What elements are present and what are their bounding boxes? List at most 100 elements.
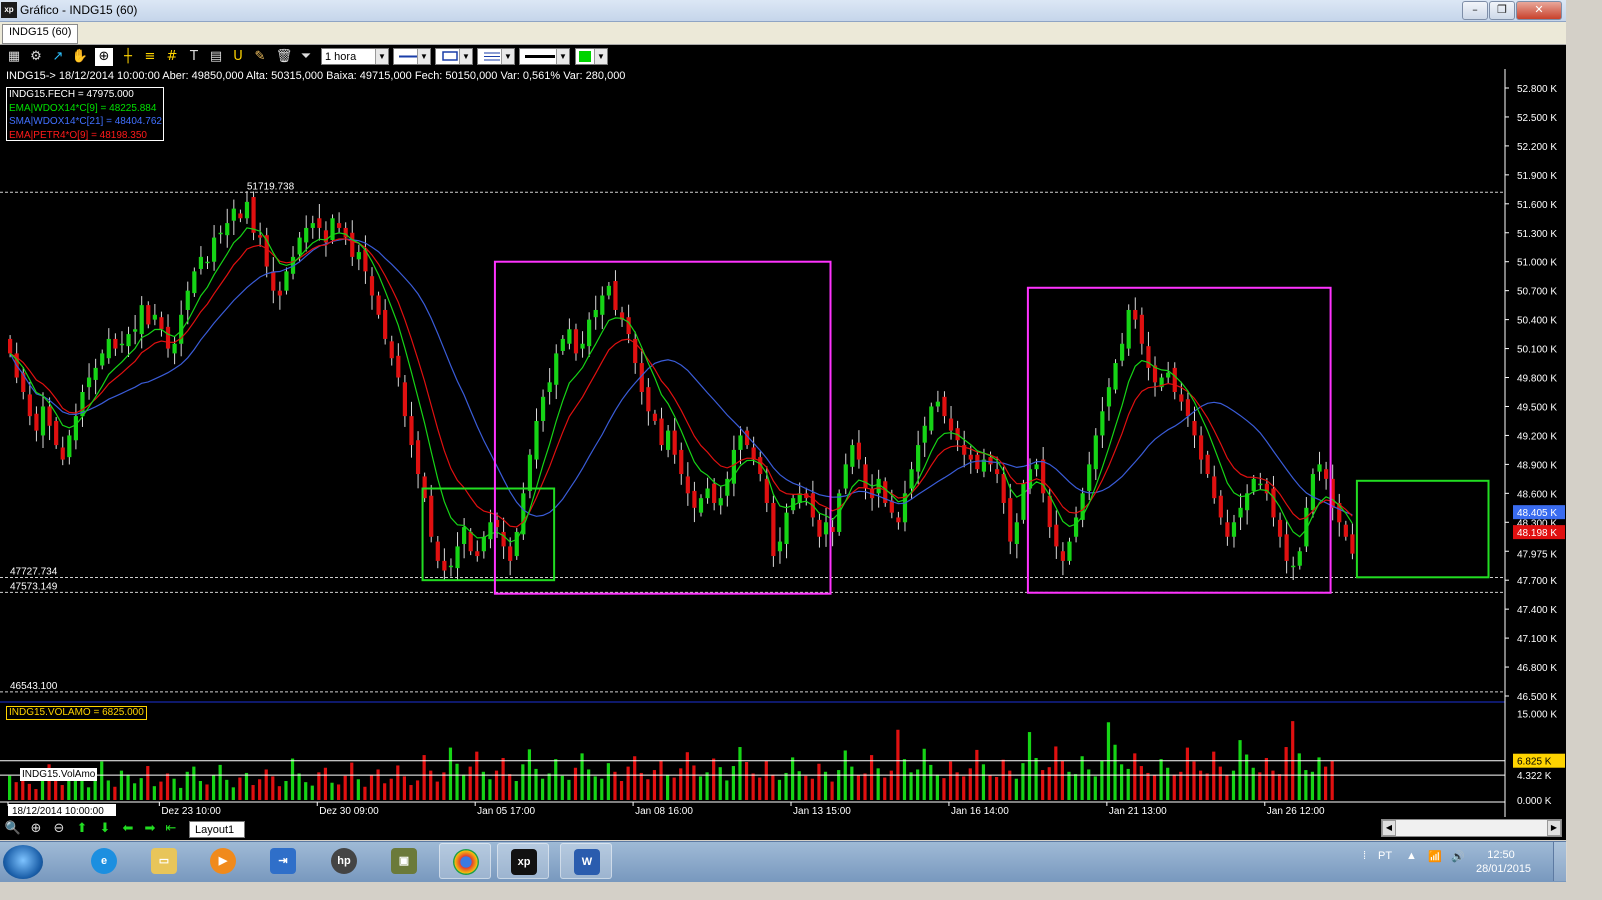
arrow-up-icon[interactable]: ⬆ bbox=[73, 820, 91, 838]
taskbar-clock[interactable]: 12:50 28/01/2015 bbox=[1476, 848, 1531, 876]
horizontal-scrollbar[interactable]: ◀ ▶ bbox=[1381, 819, 1562, 837]
close-button[interactable]: ✕ bbox=[1516, 1, 1562, 20]
volume-bar bbox=[731, 766, 735, 800]
chart-type-icon[interactable]: ▦ bbox=[5, 48, 23, 66]
line-width-select[interactable]: ▼ bbox=[519, 48, 570, 65]
chevron-down-icon: ▼ bbox=[501, 49, 514, 64]
show-desktop-button[interactable] bbox=[1553, 842, 1567, 881]
candle-body bbox=[310, 223, 315, 228]
volume-bar bbox=[304, 782, 308, 800]
volume-bar bbox=[481, 771, 485, 800]
volume-bar bbox=[1159, 759, 1163, 800]
color-select[interactable]: ▼ bbox=[575, 48, 608, 65]
candle-body bbox=[652, 413, 658, 421]
price-axis-label: 46.500 K bbox=[1517, 692, 1557, 703]
arrow-right-icon[interactable]: ➡ bbox=[141, 820, 159, 838]
text-tool-icon[interactable]: T bbox=[185, 48, 203, 66]
scroll-left-icon[interactable]: ◀ bbox=[1382, 820, 1396, 836]
maximize-button[interactable]: ❐ bbox=[1489, 1, 1515, 20]
volume-bar bbox=[1027, 732, 1032, 800]
xp-logo-icon: xp bbox=[1, 2, 17, 18]
scroll-right-icon[interactable]: ▶ bbox=[1547, 820, 1561, 836]
volume-bar bbox=[462, 774, 466, 800]
fibonacci-icon[interactable]: # bbox=[163, 48, 181, 66]
price-axis-label: 48.900 K bbox=[1517, 460, 1557, 471]
tray-expand-icon[interactable]: ▲ bbox=[1406, 850, 1417, 862]
volume-bar bbox=[317, 772, 321, 800]
filter-icon[interactable]: ⏷ bbox=[297, 48, 315, 66]
zoom-out-icon[interactable]: ⊖ bbox=[50, 820, 68, 838]
settings-gear-icon[interactable]: ⚙ bbox=[27, 48, 45, 66]
taskbar-file-explorer[interactable]: ▭ bbox=[138, 843, 190, 879]
trash-icon[interactable]: 🗑 bbox=[275, 48, 293, 66]
taskbar-chrome[interactable] bbox=[439, 843, 491, 879]
taskbar-hp-utility[interactable]: hp bbox=[318, 843, 370, 879]
crosshair-icon[interactable]: ┼ bbox=[119, 48, 137, 66]
pen-tool-icon[interactable]: ✎ bbox=[251, 48, 269, 66]
zoom-in-icon[interactable]: ⊕ bbox=[27, 820, 45, 838]
volume-bar bbox=[981, 764, 986, 800]
candle-body bbox=[935, 401, 940, 407]
zoom-fit-icon[interactable]: 🔍 bbox=[4, 820, 22, 838]
shape-style-select[interactable]: ▼ bbox=[435, 48, 473, 65]
candle-body bbox=[692, 490, 697, 508]
arrow-left-icon[interactable]: ⬅ bbox=[119, 820, 137, 838]
price-axis-label: 52.500 K bbox=[1517, 113, 1557, 124]
trend-tool-icon[interactable]: ↗ bbox=[49, 48, 67, 66]
volume-study-tag[interactable]: INDG15.VolAmo bbox=[20, 768, 98, 781]
minimize-button[interactable]: – bbox=[1462, 1, 1488, 20]
volume-bar bbox=[244, 772, 249, 800]
start-button[interactable] bbox=[3, 845, 43, 879]
candle-body bbox=[396, 355, 401, 378]
candle-body bbox=[916, 445, 921, 472]
volume-bar bbox=[133, 783, 137, 800]
candle-body bbox=[1277, 519, 1283, 537]
taskbar-internet-explorer[interactable]: e bbox=[78, 843, 130, 879]
network-signal-icon[interactable]: 📶 bbox=[1428, 850, 1442, 863]
volume-bar bbox=[633, 756, 637, 800]
volume-speaker-icon[interactable]: 🔊 bbox=[1451, 850, 1465, 863]
volume-bar bbox=[666, 775, 670, 800]
zoom-region-icon[interactable]: ⊕ bbox=[95, 48, 113, 66]
volume-bar bbox=[850, 766, 854, 800]
price-axis-label: 49.500 K bbox=[1517, 402, 1557, 413]
hand-pan-icon[interactable]: ✋ bbox=[71, 48, 89, 66]
fill-style-select[interactable]: ▼ bbox=[477, 48, 515, 65]
candle-body bbox=[1238, 507, 1243, 518]
tab-indg15[interactable]: INDG15 (60) bbox=[2, 24, 79, 44]
taskbar-word[interactable]: W bbox=[560, 843, 612, 879]
candle-body bbox=[231, 208, 236, 221]
arrow-end-left-icon[interactable]: ⇤ bbox=[162, 820, 180, 838]
volume-bar bbox=[1047, 767, 1051, 800]
line-style-select[interactable]: ▼ bbox=[393, 48, 431, 65]
grid-lines-icon[interactable]: ≡ bbox=[141, 48, 159, 66]
layout-tab[interactable]: Layout1 bbox=[189, 821, 245, 838]
taskbar-remote-desktop[interactable]: ⇥ bbox=[257, 843, 309, 879]
volume-bar bbox=[337, 784, 341, 800]
volume-bar bbox=[231, 787, 235, 800]
candle-body bbox=[1225, 522, 1230, 537]
volume-bar bbox=[534, 768, 538, 800]
candle-body bbox=[738, 435, 743, 450]
candle-body bbox=[942, 396, 947, 417]
candle-body bbox=[251, 197, 256, 233]
interval-select[interactable]: 1 hora ▼ bbox=[321, 48, 389, 65]
volume-bar bbox=[1021, 763, 1025, 800]
candle-body bbox=[1317, 464, 1322, 472]
arrow-down-icon[interactable]: ⬇ bbox=[96, 820, 114, 838]
candle-body bbox=[1291, 565, 1296, 568]
u-shape-icon[interactable]: U bbox=[229, 48, 247, 66]
price-chart-svg[interactable]: 52.800 K 52.500 K 52.200 K 51.900 K 51.600 K… bbox=[0, 69, 1566, 818]
taskbar-media-player[interactable]: ▶ bbox=[197, 843, 249, 879]
language-indicator[interactable]: PT bbox=[1378, 850, 1392, 862]
taskbar-photo-tool[interactable]: ▣ bbox=[378, 843, 430, 879]
chart-area[interactable]: 52.800 K 52.500 K 52.200 K 51.900 K 51.600 K… bbox=[0, 69, 1566, 818]
volume-bar bbox=[448, 747, 453, 800]
candle-body bbox=[1192, 420, 1197, 436]
calculator-icon[interactable]: ▤ bbox=[207, 48, 225, 66]
volume-bar bbox=[830, 781, 834, 800]
candle-body bbox=[1350, 534, 1355, 554]
volume-bar bbox=[567, 779, 571, 800]
volume-bar bbox=[619, 781, 624, 800]
taskbar-xp-platform[interactable]: xp bbox=[497, 843, 549, 879]
